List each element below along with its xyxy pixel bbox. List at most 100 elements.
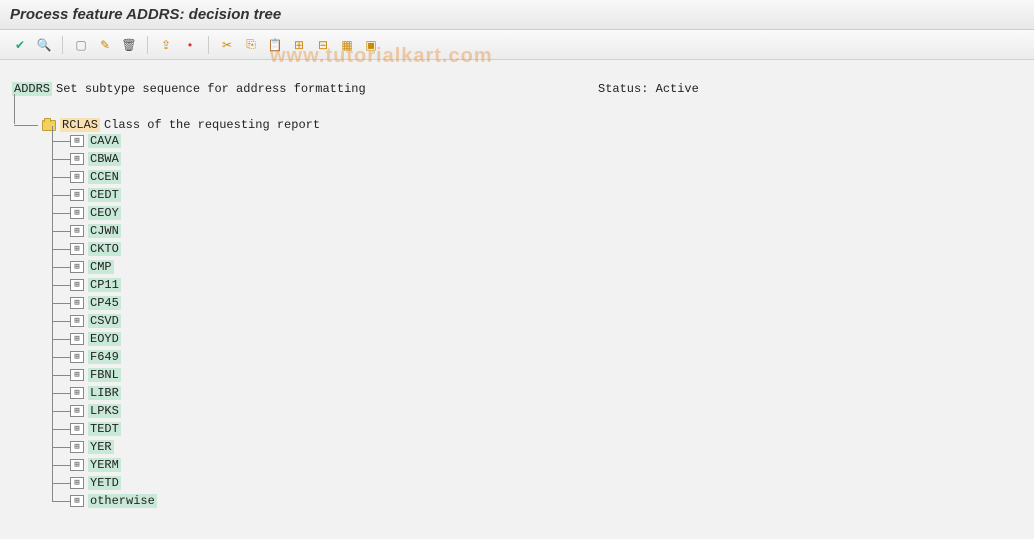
- expand-node-icon[interactable]: ⊞: [70, 315, 84, 327]
- expand-node-icon[interactable]: ⊞: [70, 135, 84, 147]
- tree-child-row[interactable]: ⊞ CMP: [52, 258, 1022, 276]
- child-code-label: YER: [88, 440, 114, 454]
- child-code-label: otherwise: [88, 494, 157, 508]
- tree-root-row: ADDRS Set subtype sequence for address f…: [12, 70, 1022, 96]
- tree-branch-line: [52, 177, 70, 178]
- deselect-icon[interactable]: ▣: [361, 35, 381, 55]
- child-code-label: F649: [88, 350, 121, 364]
- tree-child-row[interactable]: ⊞ CBWA: [52, 150, 1022, 168]
- tree-branch-line: [52, 267, 70, 268]
- expand-node-icon[interactable]: ⊞: [70, 207, 84, 219]
- expand-node-icon[interactable]: ⊞: [70, 387, 84, 399]
- page-title: Process feature ADDRS: decision tree: [10, 6, 281, 23]
- child-code-label: CBWA: [88, 152, 121, 166]
- child-code-label: CMP: [88, 260, 114, 274]
- cut-icon[interactable]: ✂: [217, 35, 237, 55]
- expand-node-icon[interactable]: ⊞: [70, 495, 84, 507]
- content-area: ADDRS Set subtype sequence for address f…: [0, 60, 1034, 520]
- expand-node-icon[interactable]: ⊞: [70, 297, 84, 309]
- delete-icon[interactable]: 🗑: [119, 35, 139, 55]
- tree-child-row[interactable]: ⊞ CJWN: [52, 222, 1022, 240]
- child-code-label: CSVD: [88, 314, 121, 328]
- expand-node-icon[interactable]: ⊞: [70, 405, 84, 417]
- rclas-code: RCLAS: [60, 118, 100, 132]
- child-code-label: LIBR: [88, 386, 121, 400]
- collapse-icon[interactable]: ⊟: [313, 35, 333, 55]
- expand-node-icon[interactable]: ⊞: [70, 153, 84, 165]
- child-code-label: TEDT: [88, 422, 121, 436]
- expand-node-icon[interactable]: ⊞: [70, 459, 84, 471]
- tree-branch-line: [52, 195, 70, 196]
- expand-node-icon[interactable]: ⊞: [70, 351, 84, 363]
- expand-node-icon[interactable]: ⊞: [70, 243, 84, 255]
- tree-branch-line: [52, 483, 70, 484]
- expand-node-icon[interactable]: ⊞: [70, 477, 84, 489]
- child-code-label: FBNL: [88, 368, 121, 382]
- expand-node-icon[interactable]: ⊞: [70, 225, 84, 237]
- root-label: Set subtype sequence for address formatt…: [56, 82, 366, 96]
- child-code-label: CKTO: [88, 242, 121, 256]
- hierarchy-icon[interactable]: ⇪: [156, 35, 176, 55]
- tree-child-row[interactable]: ⊞ CKTO: [52, 240, 1022, 258]
- tree-child-row[interactable]: ⊞ YER: [52, 438, 1022, 456]
- child-code-label: CJWN: [88, 224, 121, 238]
- tree-branch-line: [52, 375, 70, 376]
- child-code-label: YETD: [88, 476, 121, 490]
- tree-branch-line: [52, 339, 70, 340]
- tree-child-row[interactable]: ⊞CEOY: [52, 204, 1022, 222]
- tree-child-row[interactable]: ⊞ CP45: [52, 294, 1022, 312]
- search-icon[interactable]: 🔍: [34, 35, 54, 55]
- tree-child-row[interactable]: ⊞ CSVD: [52, 312, 1022, 330]
- pin-icon[interactable]: •: [180, 35, 200, 55]
- expand-node-icon[interactable]: ⊞: [70, 171, 84, 183]
- tree-branch-line: [52, 357, 70, 358]
- toolbar-separator: [62, 36, 63, 54]
- copy-icon[interactable]: ⎘: [241, 35, 261, 55]
- tree-child-row[interactable]: ⊞ CP11: [52, 276, 1022, 294]
- child-code-label: YERM: [88, 458, 121, 472]
- expand-node-icon[interactable]: ⊞: [70, 189, 84, 201]
- select-all-icon[interactable]: ▦: [337, 35, 357, 55]
- tree-branch-line: [52, 411, 70, 412]
- tree-branch-line: [52, 465, 70, 466]
- check-icon[interactable]: ✔: [10, 35, 30, 55]
- tree-child-row[interactable]: ⊞ YETD: [52, 474, 1022, 492]
- tree-child-row[interactable]: ⊞ LPKS: [52, 402, 1022, 420]
- child-code-label: CAVA: [88, 134, 121, 148]
- child-code-label: CEDT: [88, 188, 121, 202]
- expand-node-icon[interactable]: ⊞: [70, 261, 84, 273]
- children-container: ⊞CAVA⊞CBWA⊞CCEN⊞CEDT⊞CEOY⊞CJWN⊞CKTO⊞CMP⊞…: [52, 132, 1022, 510]
- tree-child-row[interactable]: ⊞ YERM: [52, 456, 1022, 474]
- tree-branch-line: [52, 447, 70, 448]
- expand-node-icon[interactable]: ⊞: [70, 333, 84, 345]
- expand-node-icon[interactable]: ⊞: [70, 279, 84, 291]
- create-icon[interactable]: ▢: [71, 35, 91, 55]
- child-code-label: LPKS: [88, 404, 121, 418]
- child-code-label: CP11: [88, 278, 121, 292]
- tree-child-row[interactable]: ⊞ otherwise: [52, 492, 1022, 510]
- expand-node-icon[interactable]: ⊞: [70, 423, 84, 435]
- folder-open-icon: [42, 120, 56, 131]
- tree-branch-line: [52, 213, 70, 214]
- tree-branch-line: [52, 231, 70, 232]
- tree-branch-line: [52, 501, 70, 502]
- tree-child-row[interactable]: ⊞ FBNL: [52, 366, 1022, 384]
- child-code-label: CP45: [88, 296, 121, 310]
- tree-child-row[interactable]: ⊞ CEDT: [52, 186, 1022, 204]
- toolbar-separator: [208, 36, 209, 54]
- expand-node-icon[interactable]: ⊞: [70, 441, 84, 453]
- tree-child-row[interactable]: ⊞ LIBR: [52, 384, 1022, 402]
- tree-child-row[interactable]: ⊞CCEN: [52, 168, 1022, 186]
- tree-branch-line: [52, 141, 70, 142]
- expand-icon[interactable]: ⊞: [289, 35, 309, 55]
- tree-child-row[interactable]: ⊞ CAVA: [52, 132, 1022, 150]
- edit-icon[interactable]: ✎: [95, 35, 115, 55]
- paste-icon[interactable]: 📋: [265, 35, 285, 55]
- tree-child-row[interactable]: ⊞ F649: [52, 348, 1022, 366]
- expand-node-icon[interactable]: ⊞: [70, 369, 84, 381]
- tree-child-row[interactable]: ⊞EOYD: [52, 330, 1022, 348]
- rclas-label: Class of the requesting report: [104, 118, 320, 132]
- tree-branch-line: [52, 429, 70, 430]
- tree-child-row[interactable]: ⊞ TEDT: [52, 420, 1022, 438]
- rclas-row[interactable]: RCLAS Class of the requesting report: [12, 118, 1022, 132]
